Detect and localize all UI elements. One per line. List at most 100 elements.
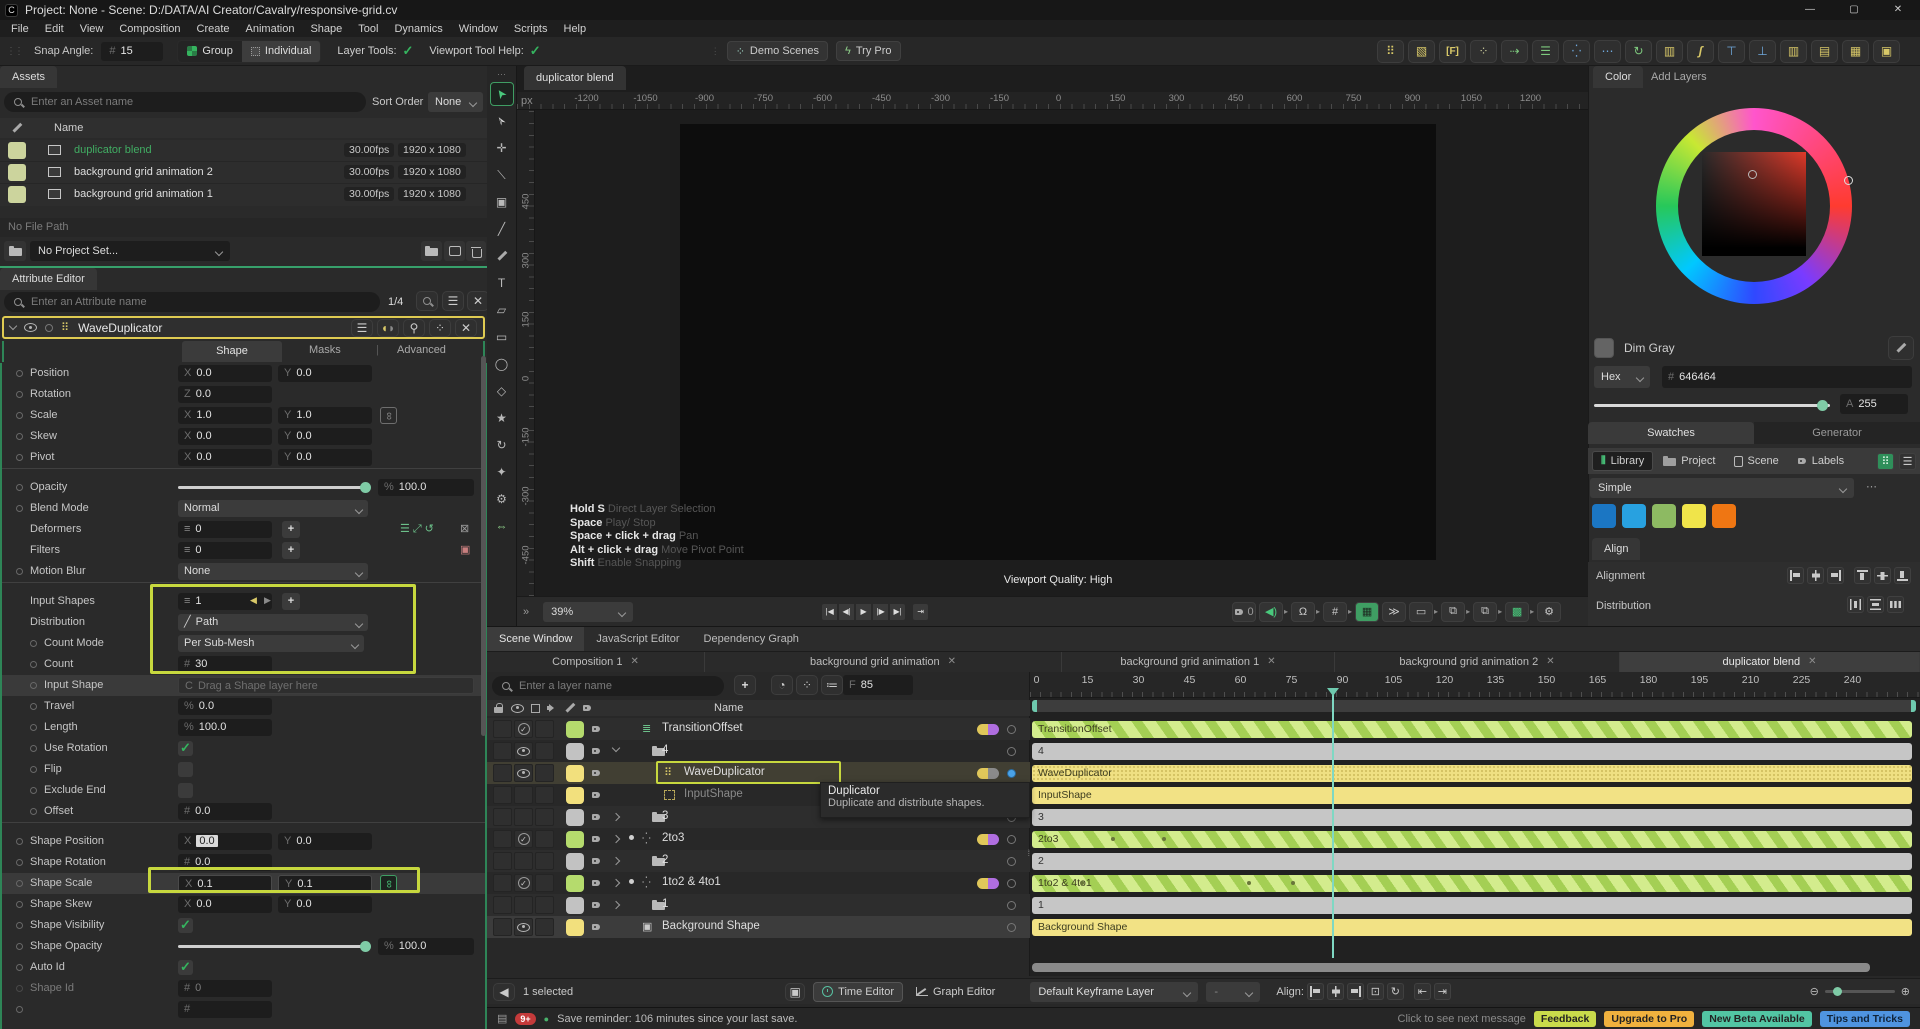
attr-row-travel[interactable]: Travel0.0 <box>2 696 485 717</box>
align-middle-icon[interactable] <box>1874 567 1891 584</box>
individual-button[interactable]: Individual <box>242 41 320 62</box>
isolate-icon[interactable]: ◔ <box>771 675 793 695</box>
alpha-field[interactable]: 255 <box>1840 394 1908 414</box>
next-message-link[interactable]: Click to see next message <box>1398 1013 1526 1025</box>
menu-item[interactable]: Dynamics <box>387 23 449 35</box>
trim-bars-icon[interactable]: ▥ <box>1656 39 1683 63</box>
blade-tool[interactable]: ⟍ <box>490 163 514 187</box>
viewport-comp-tab[interactable]: duplicator blend <box>524 66 626 90</box>
loop-button[interactable]: ⇥ <box>912 602 930 621</box>
color-eyedropper-button[interactable] <box>1888 336 1914 360</box>
attr-row-blend-mode[interactable]: Blend Mode Normal <box>2 498 485 519</box>
shape-opacity-slider[interactable] <box>178 940 371 952</box>
menu-item[interactable]: Scripts <box>507 23 555 35</box>
keyframe-dot[interactable] <box>1246 881 1251 885</box>
key-cycle-icon[interactable]: ↻ <box>1386 983 1404 1000</box>
generator-tab[interactable]: Generator <box>1754 422 1920 444</box>
attr-row-shape-visibility[interactable]: Shape Visibility ✓ <box>2 915 485 936</box>
grid-cells-icon[interactable]: ▦ <box>1842 39 1869 63</box>
exclude-end-checkbox[interactable] <box>178 783 193 798</box>
attr-row-motion-blur[interactable]: Motion Blur None <box>2 561 485 582</box>
deformer-icons[interactable]: ☰⤢↺ <box>400 522 437 536</box>
selection-radio[interactable] <box>1007 923 1016 932</box>
attr-row-pivot[interactable]: Pivot0.00.0 <box>2 447 485 468</box>
selection-radio[interactable] <box>1007 857 1016 866</box>
use-rotation-checkbox[interactable]: ✓ <box>178 741 193 756</box>
pan-tool[interactable]: ✛ <box>490 136 514 160</box>
layer-name[interactable]: TransitionOffset <box>662 722 743 734</box>
layer-color-swatch[interactable] <box>566 896 584 914</box>
timeline-bar[interactable]: Background Shape <box>1032 919 1912 936</box>
status-badge[interactable]: Upgrade to Pro <box>1604 1010 1695 1027</box>
close-node-icon[interactable]: ✕ <box>455 318 477 337</box>
tab-shape[interactable]: Shape <box>182 341 282 362</box>
in-keyframe-toggle[interactable] <box>977 768 988 779</box>
collapse-chevron-icon[interactable] <box>8 321 18 331</box>
attr-row-flip[interactable]: Flip <box>2 759 485 780</box>
scatter-icon[interactable]: ⁘ <box>1470 39 1497 63</box>
menu-item[interactable]: Composition <box>112 23 187 35</box>
keyframe-layer-dropdown[interactable]: Default Keyframe Layer <box>1030 981 1199 1002</box>
next-arrow-icon[interactable]: ▶ <box>264 595 271 606</box>
motion-blur-dropdown[interactable]: None <box>178 563 368 580</box>
cube-icon[interactable]: ▧ <box>1408 39 1435 63</box>
tab-dependency-graph[interactable]: Dependency Graph <box>692 627 811 651</box>
attr-row-length[interactable]: Length100.0 <box>2 717 485 738</box>
align-left-icon[interactable] <box>1787 567 1804 584</box>
in-keyframe-toggle[interactable] <box>977 834 988 845</box>
grid-dots-icon[interactable]: ⠿ <box>1377 39 1404 63</box>
color-swatch[interactable] <box>1652 504 1676 528</box>
layer-color-swatch[interactable] <box>566 918 584 936</box>
group-button[interactable]: Group <box>178 40 242 62</box>
layer-name[interactable]: 1to2 & 4to1 <box>662 876 721 888</box>
list-view-icon[interactable]: ☰ <box>1899 452 1916 470</box>
keyframe-filter-dropdown[interactable]: - <box>1206 981 1261 1002</box>
flip-checkbox[interactable] <box>178 762 193 777</box>
timeline-ruler[interactable]: 0 15 30 45 60 75 90 105 120 135 150 165 180 195 210 225… <box>1030 672 1920 698</box>
layer-name[interactable]: 2to3 <box>662 832 684 844</box>
grid-icon[interactable]: # <box>1323 601 1348 622</box>
pick-attribute-button[interactable] <box>416 291 438 311</box>
layer-color-swatch[interactable] <box>566 830 584 848</box>
layer-color-swatch[interactable] <box>566 852 584 870</box>
attr-row-input-shape[interactable]: Input ShapeDrag a Shape layer here <box>2 675 485 696</box>
out-keyframe-toggle[interactable] <box>988 834 999 845</box>
layer-color-swatch[interactable] <box>566 786 584 804</box>
viewport-tool-help-check[interactable]: ✓ <box>530 43 541 59</box>
delete-asset-button[interactable] <box>466 241 486 261</box>
expand-tools-icon[interactable]: » <box>523 606 529 618</box>
layer-tools-check[interactable]: ✓ <box>403 43 414 59</box>
layer-name[interactable]: InputShape <box>684 788 743 800</box>
timeline-range-bar[interactable] <box>1032 700 1916 712</box>
asset-color-swatch[interactable] <box>8 142 26 159</box>
stagger-bars-icon[interactable]: ☰ <box>1532 39 1559 63</box>
move-tool[interactable]: ⇔ <box>490 514 514 538</box>
add-filter-button[interactable]: + <box>282 542 300 559</box>
dashed-box-icon[interactable]: ⊠ <box>460 522 469 535</box>
demo-scenes-button[interactable]: ⁘ Demo Scenes <box>726 41 829 61</box>
out-keyframe-toggle[interactable] <box>988 878 999 889</box>
lasso-icon[interactable]: ʃ <box>1687 39 1714 63</box>
color-swatch[interactable] <box>1712 504 1736 528</box>
key-step-forward-icon[interactable]: ⇥ <box>1433 983 1451 1000</box>
maximize-button[interactable]: ▢ <box>1832 0 1876 20</box>
pick-column-icon[interactable] <box>565 703 575 713</box>
skip-icon[interactable]: ≫ <box>1382 601 1407 622</box>
play-button[interactable]: ▶ <box>855 602 873 621</box>
keyframe-toggle-icon[interactable]: ◖ ◗ <box>377 318 399 337</box>
snap-angle-field[interactable]: 15 <box>101 41 164 61</box>
timeline-bar[interactable]: 1 <box>1032 897 1912 914</box>
distribute-h-icon[interactable] <box>1847 596 1864 613</box>
layer-row[interactable]: ✓ ⁛ 1to2 & 4to1 <box>487 872 1030 894</box>
swatch-group-menu-icon[interactable]: ⋯ <box>1866 480 1877 493</box>
align-right-icon[interactable] <box>1827 567 1844 584</box>
direct-select-tool[interactable]: ➢ <box>490 109 514 133</box>
align-top-icon[interactable] <box>1854 567 1871 584</box>
grid-view-icon[interactable]: ⠿ <box>1877 452 1894 470</box>
menu-item[interactable]: Animation <box>239 23 302 35</box>
attr-row-shape-opacity[interactable]: Shape Opacity100.0 <box>2 936 485 957</box>
graph-editor-button[interactable]: Graph Editor <box>907 982 1004 1002</box>
project-tab[interactable]: Project <box>1655 451 1723 471</box>
distribution-dropdown[interactable]: ╱ Path <box>178 614 368 631</box>
connections-icon[interactable]: ☰ <box>351 318 373 337</box>
